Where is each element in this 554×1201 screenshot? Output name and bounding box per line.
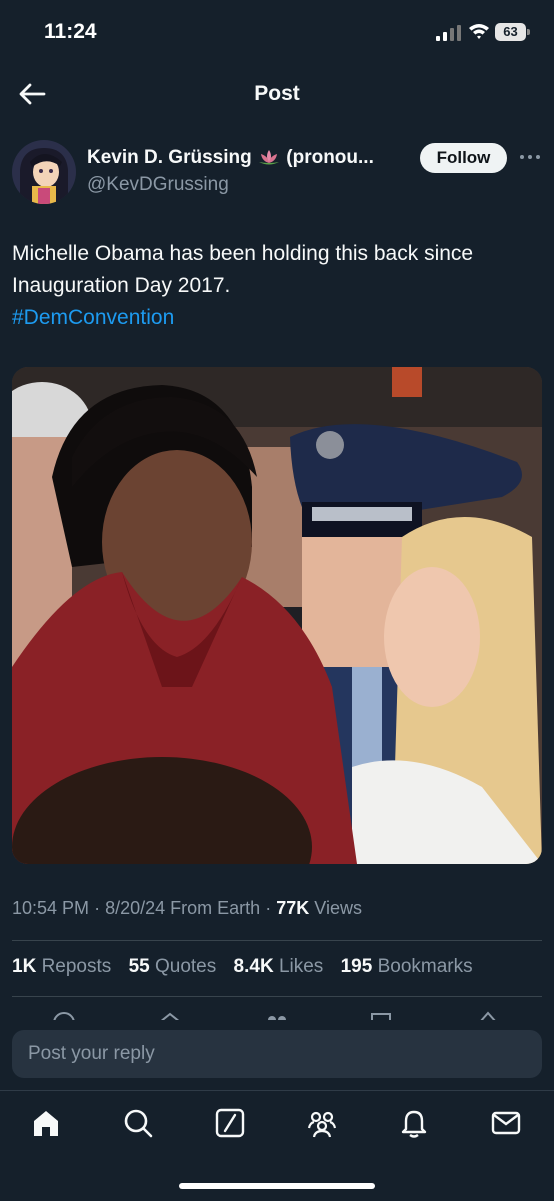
divider (12, 940, 542, 941)
photo-scene (12, 367, 542, 864)
cellular-signal-icon (436, 25, 461, 41)
lotus-emoji-icon (258, 150, 279, 165)
tweet-text: Michelle Obama has been holding this bac… (12, 238, 548, 334)
reply-input[interactable]: Post your reply (12, 1030, 542, 1078)
likes-count: 8.4K (233, 956, 274, 977)
post-source: From Earth (170, 898, 261, 918)
reply-bar: Post your reply (0, 1020, 554, 1090)
quotes-stat[interactable]: 55 Quotes (129, 956, 217, 977)
reposts-count: 1K (12, 956, 37, 977)
meta-separator: · (265, 898, 272, 918)
avatar-illustration (12, 140, 76, 204)
page-title: Post (254, 82, 300, 105)
bookmarks-count: 195 (340, 956, 373, 977)
author-row: Kevin D. Grüssing (pronou... @KevDGrussi… (12, 140, 542, 204)
display-name-suffix: (pronou... (286, 147, 374, 168)
bookmarks-label: Bookmarks (377, 956, 473, 977)
avatar[interactable] (12, 140, 76, 204)
communities-icon[interactable] (306, 1107, 338, 1139)
follow-button[interactable]: Follow (420, 143, 507, 173)
home-icon[interactable] (30, 1107, 62, 1139)
battery-level: 63 (495, 23, 526, 41)
meta-separator: · (94, 898, 101, 918)
divider (12, 996, 542, 997)
display-name-text: Kevin D. Grüssing (87, 147, 252, 168)
display-name[interactable]: Kevin D. Grüssing (pronou... (87, 147, 407, 169)
tweet-body: Michelle Obama has been holding this bac… (12, 242, 474, 297)
user-handle[interactable]: @KevDGrussing (87, 174, 229, 196)
more-options-icon[interactable] (518, 149, 542, 165)
battery-cap (527, 29, 530, 35)
nav-header: Post (0, 64, 554, 124)
post-time: 10:54 PM (12, 898, 90, 918)
views-count: 77K (276, 898, 310, 918)
messages-icon[interactable] (490, 1107, 522, 1139)
status-time: 11:24 (44, 20, 97, 43)
grok-icon[interactable] (214, 1107, 246, 1139)
hashtag-link[interactable]: #DemConvention (12, 306, 174, 329)
post-date: 8/20/24 (105, 898, 166, 918)
likes-stat[interactable]: 8.4K Likes (234, 956, 324, 977)
engagement-stats: 1K Reposts 55 Quotes 8.4K Likes 195 Book… (12, 956, 485, 978)
notifications-icon[interactable] (398, 1107, 430, 1139)
status-bar: 11:24 63 (0, 0, 554, 64)
reposts-label: Reposts (41, 956, 112, 977)
likes-label: Likes (278, 956, 324, 977)
views-label: Views (314, 898, 362, 918)
tweet-photo[interactable] (12, 367, 542, 864)
quotes-label: Quotes (154, 956, 217, 977)
post-meta: 10:54 PM · 8/20/24 From Earth · 77K View… (12, 898, 362, 919)
search-icon[interactable] (122, 1107, 154, 1139)
bookmarks-stat[interactable]: 195 Bookmarks (341, 956, 473, 977)
home-indicator (179, 1183, 375, 1189)
quotes-count: 55 (128, 956, 150, 977)
wifi-icon (469, 24, 489, 39)
reposts-stat[interactable]: 1K Reposts (12, 956, 111, 977)
battery-indicator: 63 (495, 23, 531, 42)
